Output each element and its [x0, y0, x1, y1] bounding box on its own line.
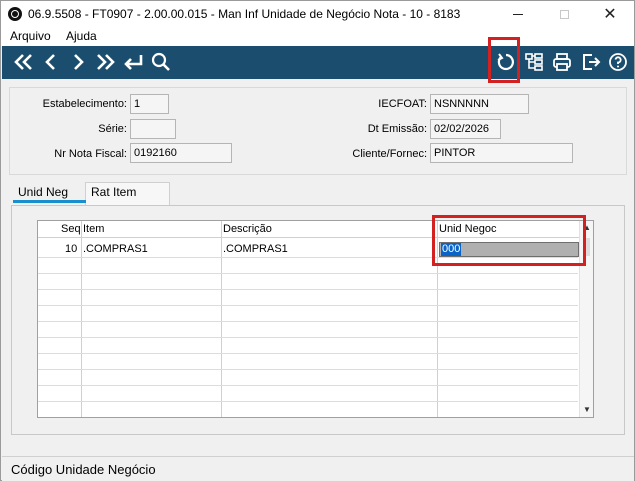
tab-rat-item[interactable]: Rat Item	[91, 185, 136, 199]
unid-negoc-highlight-box	[432, 215, 586, 266]
cell-seq[interactable]: 10	[65, 243, 77, 255]
iecfoat-field[interactable]: NSNNNNN	[430, 94, 529, 114]
grid-row-line	[38, 369, 578, 370]
grid-row-line	[38, 353, 578, 354]
nr-nota-fiscal-label: Nr Nota Fiscal:	[54, 148, 127, 160]
next-record-icon	[74, 54, 84, 70]
last-record-button[interactable]	[93, 50, 117, 74]
previous-record-button[interactable]	[39, 50, 63, 74]
tab-unid-neg[interactable]: Unid Neg	[18, 185, 68, 199]
grid-row-line	[38, 273, 578, 274]
maximize-button[interactable]	[541, 1, 587, 27]
goto-icon	[124, 55, 143, 70]
window-title: 06.9.5508 - FT0907 - 2.00.00.015 - Man I…	[28, 7, 461, 21]
grid-row-line	[38, 401, 578, 402]
status-bar: Código Unidade Negócio	[2, 456, 634, 481]
col-header-descricao[interactable]: Descrição	[223, 223, 272, 235]
next-record-button[interactable]	[66, 50, 90, 74]
grid-row-line	[38, 305, 578, 306]
previous-record-icon	[45, 54, 55, 70]
last-record-icon	[97, 54, 115, 70]
tree-button[interactable]	[522, 50, 546, 74]
search-icon	[151, 52, 170, 71]
estabelecimento-label: Estabelecimento:	[42, 98, 127, 110]
iecfoat-label: IECFOAT:	[378, 98, 427, 110]
refresh-highlight-box	[488, 37, 520, 83]
scroll-down-icon[interactable]: ▼	[583, 405, 591, 414]
col-header-seq[interactable]: Seq	[61, 223, 81, 235]
maximize-icon	[559, 9, 569, 19]
header-panel: Estabelecimento: 1 Série: Nr Nota Fiscal…	[9, 87, 627, 175]
help-button[interactable]	[606, 50, 630, 74]
tab-strip: Unid Neg Rat Item	[11, 182, 625, 205]
cell-item[interactable]: .COMPRAS1	[83, 243, 148, 255]
menu-arquivo[interactable]: Arquivo	[10, 29, 51, 43]
goto-button[interactable]	[121, 50, 145, 74]
cliente-fornec-field[interactable]: PINTOR	[430, 143, 573, 163]
app-icon	[8, 7, 22, 21]
grid-row-line	[38, 321, 578, 322]
cliente-fornec-label: Cliente/Fornec:	[352, 148, 427, 160]
menu-ajuda[interactable]: Ajuda	[66, 29, 97, 43]
dt-emissao-label: Dt Emissão:	[367, 123, 427, 135]
col-header-item[interactable]: Item	[83, 223, 104, 235]
active-tab-indicator	[13, 200, 86, 203]
close-button[interactable]: ✕	[587, 1, 633, 27]
first-record-icon	[14, 54, 32, 70]
dt-emissao-field[interactable]: 02/02/2026	[430, 119, 501, 139]
minimize-icon	[513, 13, 523, 15]
print-icon	[553, 53, 571, 71]
serie-label: Série:	[98, 123, 127, 135]
cell-descricao[interactable]: .COMPRAS1	[223, 243, 288, 255]
grid-row-line	[38, 385, 578, 386]
app-window: 06.9.5508 - FT0907 - 2.00.00.015 - Man I…	[0, 0, 635, 481]
exit-button[interactable]	[579, 50, 603, 74]
grid-row-line	[38, 337, 578, 338]
grid-row-line	[38, 289, 578, 290]
exit-icon	[583, 54, 601, 70]
close-icon: ✕	[603, 6, 617, 23]
help-icon	[609, 53, 627, 71]
minimize-button[interactable]	[495, 1, 541, 27]
estabelecimento-field[interactable]: 1	[130, 94, 169, 114]
grid-col-divider	[81, 221, 82, 417]
toolbar	[2, 46, 634, 79]
serie-field[interactable]	[130, 119, 176, 139]
title-bar: 06.9.5508 - FT0907 - 2.00.00.015 - Man I…	[1, 1, 634, 27]
tree-icon	[525, 53, 543, 71]
grid-col-divider	[221, 221, 222, 417]
search-button[interactable]	[149, 50, 173, 74]
status-text: Código Unidade Negócio	[11, 462, 156, 477]
menu-bar: Arquivo Ajuda	[1, 27, 634, 46]
nr-nota-fiscal-field[interactable]: 0192160	[130, 143, 232, 163]
first-record-button[interactable]	[12, 50, 36, 74]
print-button[interactable]	[550, 50, 574, 74]
